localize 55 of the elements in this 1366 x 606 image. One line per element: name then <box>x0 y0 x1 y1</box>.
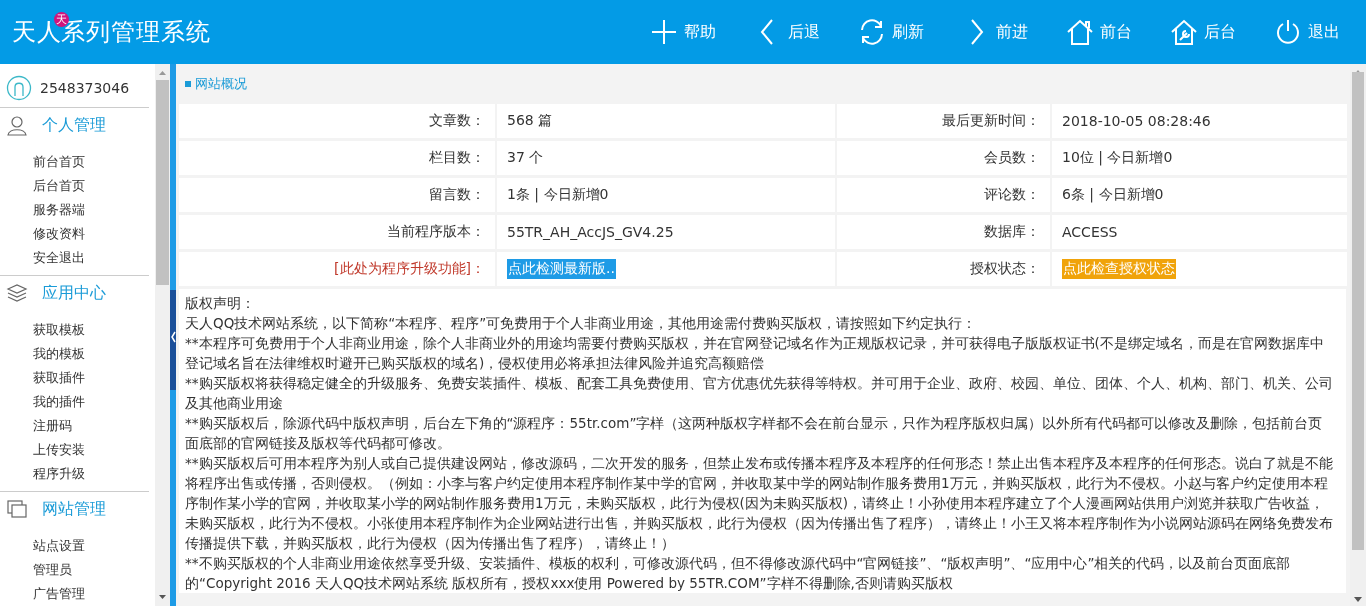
sidebar-item[interactable]: 站点设置 <box>33 534 85 558</box>
field-label: 当前程序版本： <box>387 223 485 241</box>
power-icon <box>1274 18 1302 46</box>
value-cell: 55TR_AH_AccJS_GV4.25 <box>507 224 674 240</box>
scrollbar-drawing[interactable] <box>155 64 170 606</box>
sidebar-item[interactable]: 广告管理 <box>33 582 85 606</box>
sidebar-item[interactable]: 程序升级 <box>33 462 85 486</box>
field-label: 最后更新时间： <box>942 112 1040 130</box>
windows-icon <box>6 498 28 520</box>
notice-paragraph: **本程序可免费用于个人非商业用途，除个人非商业外的用途均需要付费购买版权，并在官网登记域名作为正规版权记录，并可获得电子版版权证书(不是绑定域名，而是在官网数据库中登记域名旨在法律维权时避开已购买版权的域名)，侵权使用必将承担法律风险并追究高额赔偿 <box>185 334 1325 373</box>
refresh-icon <box>858 18 886 46</box>
field-label: 数据库： <box>984 223 1040 241</box>
sidebar-item[interactable]: 获取插件 <box>33 366 85 390</box>
layers-icon <box>6 282 28 304</box>
collapse-handle-drawing[interactable] <box>170 64 176 606</box>
value-cell: 2018-10-05 08:28:46 <box>1062 113 1211 129</box>
sidebar-item[interactable]: 注册码 <box>33 414 72 438</box>
person-icon <box>6 114 28 136</box>
home-icon <box>1066 18 1094 46</box>
value-cell: 1条 | 今日新增0 <box>507 186 609 204</box>
notice-paragraph: **购买版权将获得稳定健全的升级服务、免费安装插件、模板、配套工具免费使用、官方优惠优先获得等特权。并可用于企业、政府、校园、单位、团体、个人、机构、部门、机关、公司及其他商业用途 <box>185 374 1334 413</box>
plus-icon <box>650 18 678 46</box>
scrollbar-drawing[interactable] <box>1350 64 1366 606</box>
field-label: 栏目数： <box>429 149 485 167</box>
field-label: 文章数： <box>429 112 485 130</box>
value-cell: 37 个 <box>507 149 544 167</box>
sidebar-item[interactable]: 修改资料 <box>33 222 85 246</box>
value-cell: ACCESS <box>1062 224 1118 240</box>
sidebar-item[interactable]: 我的插件 <box>33 390 85 414</box>
notice-paragraph: **购买版权后可用本程序为别人或自己提供建设网站，修改源码，二次开发的服务，但禁止发布或传播本程序及本程序的任何形态！禁止出售本程序及本程序的任何形态。说白了就是不能将程序出售或传播，否则侵权。（例如：小李与客户约定使用本程序制作某中学的官网，并收取某中学的网站制作服务费用1万元，并购买版权，此行为不侵权。小赵与客户约定使用本程序制作某小学的官网，并收取某小学的网站制作服务费用1万元，未购买版权，此行为侵权(因为未购买版权)，请终止！小孙使用本程序建立了个人漫画网站供用户浏览并获取广告收益，未购买版权，此行为不侵权。小张使用本程序制作为企业网站进行出售，并购买版权，此行为侵权（因为传播出售了程序），请终止！小王又将本程序制作为小说网站源码在网络免费发布传播提供下载，并购买版权，此行为侵权（因为传播出售了程序），请终止！） <box>185 454 1334 553</box>
field-label: 留言数： <box>429 186 485 204</box>
user-id: 2548373046 <box>40 80 130 96</box>
notice-title: 版权声明： <box>185 294 256 313</box>
sidebar-item[interactable]: 获取模板 <box>33 318 85 342</box>
field-label: 评论数： <box>984 186 1040 204</box>
sidebar-item[interactable]: 服务器端 <box>33 198 85 222</box>
field-label: 授权状态： <box>970 260 1040 278</box>
notice-paragraph: 天人QQ技术网站系统，以下简称“本程序、程序”可免费用于个人非商业用途，其他用途需付费购买版权，请按照如下约定执行： <box>185 314 978 333</box>
notice-paragraph: **购买版权后，除源代码中版权声明，后台左下角的“源程序：55tr.com”字样（这两种版权字样都不会在前台显示，只作为程序版权归属）以外所有代码都可以修改及删除，包括前台页面底部的官网链接及版权等代码都可修改。 <box>185 414 1324 453</box>
sidebar-item[interactable]: 后台首页 <box>33 174 85 198</box>
sidebar-item[interactable]: 安全退出 <box>33 246 85 270</box>
panel-title: 网站概况 <box>195 75 247 93</box>
value-cell: 6条 | 今日新增0 <box>1062 186 1164 204</box>
sidebar-item[interactable]: 前台首页 <box>33 150 85 174</box>
home-wrench-icon <box>1170 18 1198 46</box>
sidebar-item[interactable]: 我的模板 <box>33 342 85 366</box>
value-cell: 10位 | 今日新增0 <box>1062 149 1173 167</box>
notice-paragraph: **不购买版权的个人非商业用途依然享受升级、安装插件、模板的权利，可修改源代码，但不得修改源代码中“官网链接”、“版权声明”、“应用中心”相关的代码，以及前台页面底部的“Copyright 2016 天人QQ技术网站系统 版权所有，授权xxx使用 Powered by 55TR.COM”字样不得删除,否则请购买版权 <box>185 554 1292 593</box>
sidebar-item[interactable]: 管理员 <box>33 558 72 582</box>
sidebar-item[interactable]: 上传安装 <box>33 438 85 462</box>
square-icon <box>185 81 191 87</box>
value-cell: 568 篇 <box>507 112 553 130</box>
avatar-icon <box>6 75 32 101</box>
field-label: 会员数： <box>984 149 1040 167</box>
field-label: [此处为程序升级功能]： <box>334 260 485 278</box>
